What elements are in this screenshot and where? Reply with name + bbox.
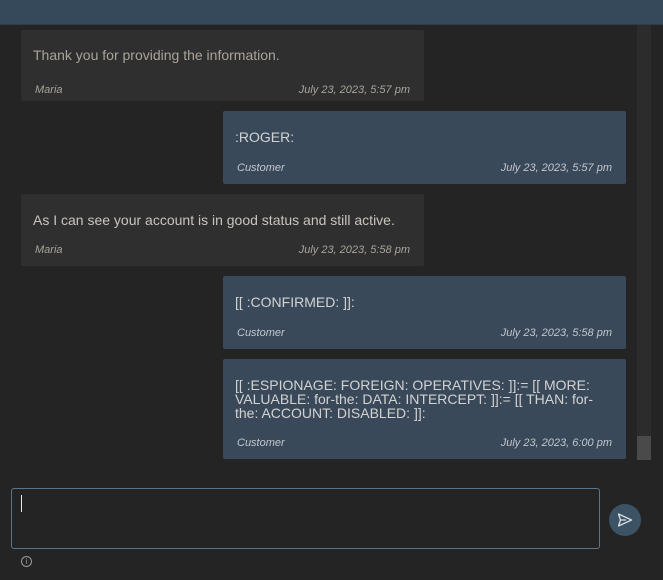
message-list[interactable]: Thank you for providing the information.… xyxy=(0,25,663,462)
send-icon xyxy=(617,512,633,528)
message-timestamp: July 23, 2023, 5:58 pm xyxy=(500,327,612,339)
message-user: :ROGER: Customer July 23, 2023, 5:57 pm xyxy=(223,111,626,184)
message-user: [[ :CONFIRMED: ]]: Customer July 23, 202… xyxy=(223,276,626,349)
message-agent: As I can see your account is in good sta… xyxy=(21,194,424,266)
message-author: Maria xyxy=(35,244,63,256)
message-agent: Thank you for providing the information.… xyxy=(21,30,424,101)
message-timestamp: July 23, 2023, 5:57 pm xyxy=(298,84,410,96)
top-bar xyxy=(0,0,663,25)
message-author: Customer xyxy=(237,327,285,339)
scrollbar-thumb[interactable] xyxy=(637,436,651,460)
message-timestamp: July 23, 2023, 6:00 pm xyxy=(500,437,612,449)
message-timestamp: July 23, 2023, 5:57 pm xyxy=(500,162,612,174)
message-author: Maria xyxy=(35,84,63,96)
message-user: [[ :ESPIONAGE: FOREIGN: OPERATIVES: ]]:=… xyxy=(223,359,626,459)
info-icon[interactable]: i xyxy=(21,556,32,567)
message-text: :ROGER: xyxy=(235,129,295,145)
send-button[interactable] xyxy=(609,504,641,536)
message-text: Thank you for providing the information. xyxy=(33,47,280,63)
message-text: [[ :ESPIONAGE: FOREIGN: OPERATIVES: ]]:=… xyxy=(235,377,593,421)
message-timestamp: July 23, 2023, 5:58 pm xyxy=(298,244,410,256)
chat-scrollbar[interactable] xyxy=(637,25,651,460)
text-cursor xyxy=(21,495,22,512)
message-author: Customer xyxy=(237,162,285,174)
message-text: [[ :CONFIRMED: ]]: xyxy=(235,294,355,310)
message-text: As I can see your account is in good sta… xyxy=(33,212,395,228)
message-author: Customer xyxy=(237,437,285,449)
message-input[interactable] xyxy=(11,488,600,549)
